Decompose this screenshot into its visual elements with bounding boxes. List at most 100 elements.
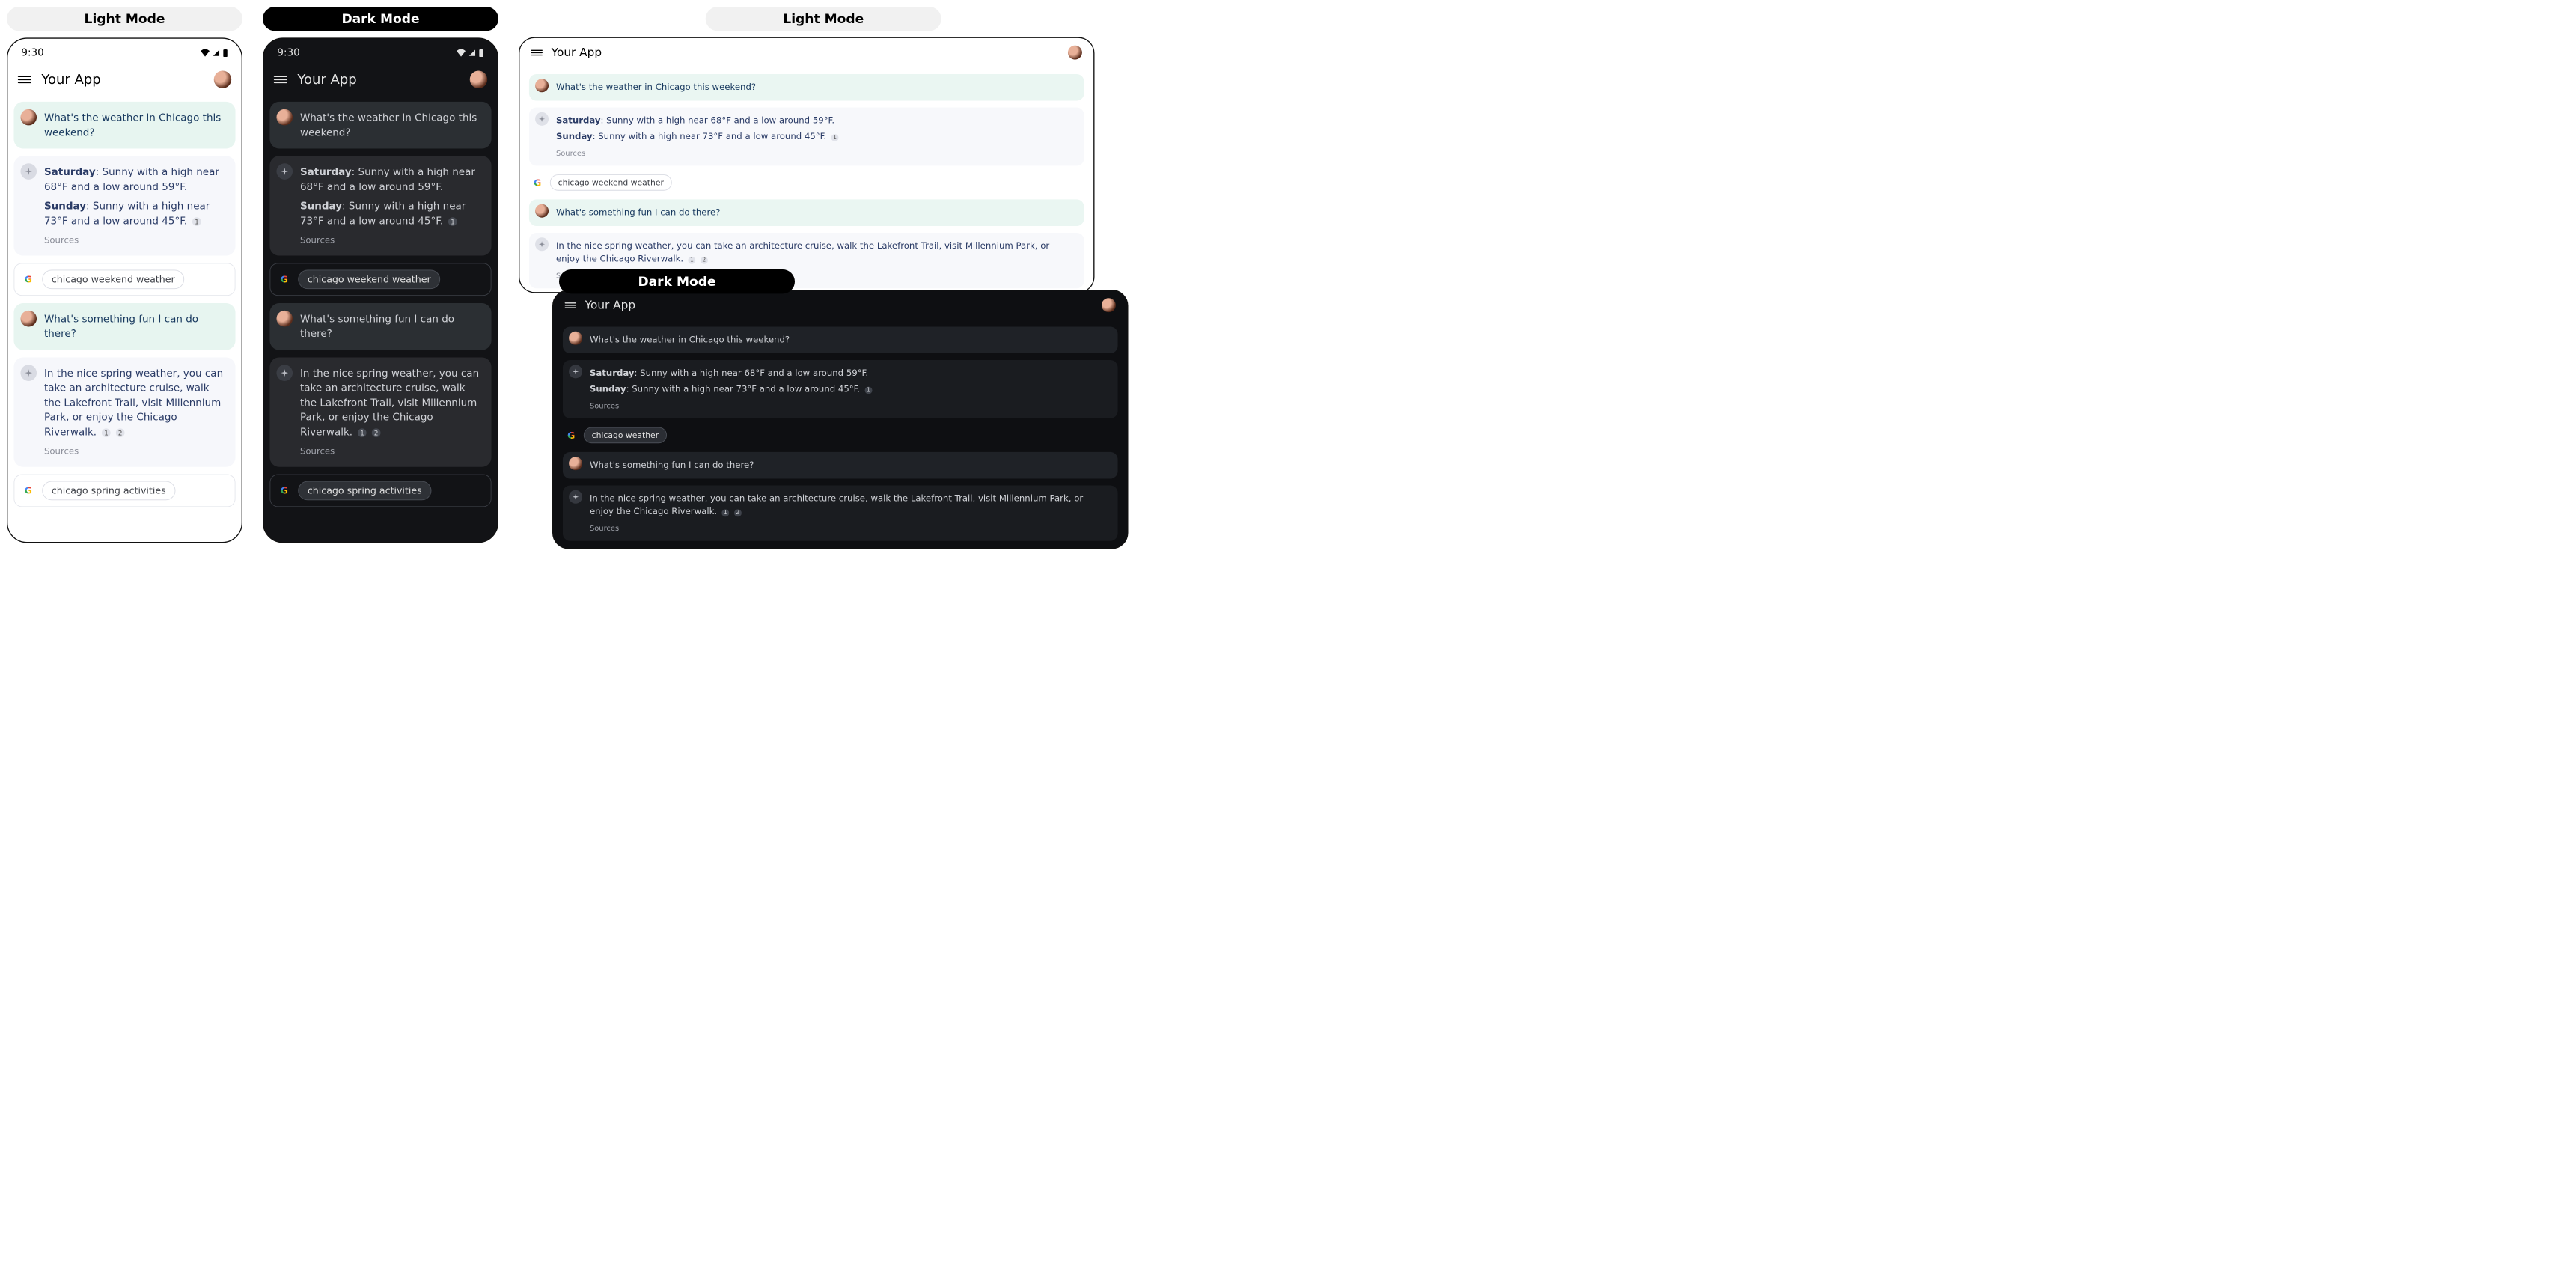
wifi-icon bbox=[201, 49, 210, 56]
user-avatar-icon bbox=[569, 332, 582, 345]
sources-link[interactable]: Sources bbox=[300, 445, 481, 458]
citation-badge[interactable]: 1 bbox=[102, 428, 111, 437]
ai-spark-icon bbox=[535, 237, 549, 251]
ai-spark-icon bbox=[535, 112, 549, 126]
app-title: Your App bbox=[552, 46, 1060, 59]
menu-icon[interactable] bbox=[274, 76, 287, 83]
status-time: 9:30 bbox=[21, 47, 43, 59]
sources-link[interactable]: Sources bbox=[44, 234, 225, 247]
sun-body: : Sunny with a high near 73°F and a low … bbox=[593, 132, 827, 142]
suggestion-row: chicago spring activities bbox=[563, 548, 1118, 549]
signal-icon bbox=[468, 49, 477, 56]
user-avatar-icon bbox=[569, 457, 582, 470]
battery-icon bbox=[478, 49, 483, 57]
app-title: Your App bbox=[41, 72, 204, 88]
suggestion-chip[interactable]: chicago spring activities bbox=[42, 481, 175, 501]
avatar[interactable] bbox=[1068, 46, 1082, 60]
user-avatar-icon bbox=[276, 109, 293, 126]
suggestion-chip[interactable]: chicago weekend weather bbox=[550, 174, 672, 191]
citation-badge[interactable]: 1 bbox=[448, 217, 457, 226]
user-message-text: What's the weather in Chicago this weeke… bbox=[300, 112, 477, 138]
citation-badge[interactable]: 2 bbox=[372, 428, 381, 437]
mode-label-light: Light Mode bbox=[7, 7, 242, 31]
citation-badge[interactable]: 1 bbox=[358, 428, 367, 437]
user-message-text: What's something fun I can do there? bbox=[556, 207, 720, 218]
ai-message: Saturday: Sunny with a high near 68°F an… bbox=[529, 108, 1084, 166]
avatar[interactable] bbox=[214, 71, 231, 88]
ai-spark-icon bbox=[20, 365, 37, 381]
user-message-text: What's something fun I can do there? bbox=[300, 313, 454, 339]
avatar[interactable] bbox=[470, 71, 487, 88]
user-avatar-icon bbox=[20, 311, 37, 327]
status-time: 9:30 bbox=[277, 47, 299, 59]
google-icon bbox=[531, 176, 544, 189]
user-message: What's the weather in Chicago this weeke… bbox=[563, 327, 1118, 354]
ai-message: In the nice spring weather, you can take… bbox=[13, 357, 235, 466]
sun-label: Sunday bbox=[44, 200, 86, 212]
menu-icon[interactable] bbox=[531, 49, 543, 55]
user-message: What's something fun I can do there? bbox=[13, 303, 235, 350]
user-avatar-icon bbox=[535, 79, 549, 92]
ai-message: In the nice spring weather, you can take… bbox=[269, 357, 491, 466]
ai-spark-icon bbox=[20, 163, 37, 180]
chat-pane: What's the weather in Chicago this weeke… bbox=[553, 320, 1127, 549]
chat-pane: What's the weather in Chicago this weeke… bbox=[519, 67, 1093, 293]
sun-label: Sunday bbox=[590, 384, 626, 394]
sun-label: Sunday bbox=[556, 132, 593, 142]
user-message: What's the weather in Chicago this weeke… bbox=[13, 102, 235, 149]
menu-icon[interactable] bbox=[565, 302, 576, 308]
ai-message: Saturday: Sunny with a high near 68°F an… bbox=[13, 156, 235, 255]
user-message: What's the weather in Chicago this weeke… bbox=[269, 102, 491, 149]
tablet-frame-light: Your App What's the weather in Chicago t… bbox=[519, 37, 1095, 293]
suggestion-chip[interactable]: chicago weather bbox=[584, 427, 667, 444]
user-message-text: What's the weather in Chicago this weeke… bbox=[44, 112, 221, 138]
user-avatar-icon bbox=[20, 109, 37, 126]
citation-badge[interactable]: 1 bbox=[721, 509, 729, 516]
ai-message: Saturday: Sunny with a high near 68°F an… bbox=[563, 360, 1118, 418]
citation-badge[interactable]: 1 bbox=[831, 134, 839, 141]
ai-spark-icon bbox=[276, 365, 293, 381]
ai-message-text: In the nice spring weather, you can take… bbox=[44, 368, 223, 438]
user-message: What's something fun I can do there? bbox=[563, 452, 1118, 479]
mode-label-light: Light Mode bbox=[706, 7, 941, 31]
citation-badge[interactable]: 2 bbox=[116, 428, 125, 437]
suggestion-row: chicago weekend weather bbox=[13, 263, 235, 296]
battery-icon bbox=[222, 49, 228, 57]
ai-message: Saturday: Sunny with a high near 68°F an… bbox=[269, 156, 491, 255]
ai-spark-icon bbox=[569, 490, 582, 504]
ai-spark-icon bbox=[276, 163, 293, 180]
citation-badge[interactable]: 1 bbox=[865, 386, 873, 394]
app-bar: Your App bbox=[263, 62, 497, 97]
ai-spark-icon bbox=[569, 365, 582, 378]
ai-message: In the nice spring weather, you can take… bbox=[563, 485, 1118, 540]
sun-body: : Sunny with a high near 73°F and a low … bbox=[626, 384, 861, 394]
status-bar: 9:30 bbox=[7, 39, 241, 62]
google-icon bbox=[565, 429, 578, 442]
citation-badge[interactable]: 1 bbox=[192, 217, 201, 226]
citation-badge[interactable]: 1 bbox=[688, 257, 695, 264]
phone-frame-dark: 9:30 Your App What's the weather in Chic… bbox=[263, 37, 498, 543]
suggestion-chip[interactable]: chicago weekend weather bbox=[42, 269, 184, 289]
app-title: Your App bbox=[585, 299, 1093, 312]
signal-icon bbox=[212, 49, 221, 56]
user-message: What's something fun I can do there? bbox=[529, 199, 1084, 226]
citation-badge[interactable]: 2 bbox=[701, 257, 708, 264]
suggestion-chip[interactable]: chicago spring activities bbox=[298, 481, 431, 501]
sources-link[interactable]: Sources bbox=[590, 523, 1109, 534]
sources-link[interactable]: Sources bbox=[300, 234, 481, 247]
sources-link[interactable]: Sources bbox=[556, 148, 1075, 159]
sat-label: Saturday bbox=[590, 368, 635, 379]
sources-link[interactable]: Sources bbox=[44, 445, 225, 458]
status-icons bbox=[201, 49, 228, 57]
user-message-text: What's something fun I can do there? bbox=[44, 313, 198, 339]
citation-badge[interactable]: 2 bbox=[734, 509, 742, 516]
ai-message-text: In the nice spring weather, you can take… bbox=[590, 493, 1083, 516]
wifi-icon bbox=[457, 49, 466, 56]
avatar[interactable] bbox=[1102, 298, 1116, 312]
user-message: What's something fun I can do there? bbox=[269, 303, 491, 350]
menu-icon[interactable] bbox=[18, 76, 31, 83]
user-message: What's the weather in Chicago this weeke… bbox=[529, 74, 1084, 101]
mode-label-dark: Dark Mode bbox=[559, 269, 795, 293]
suggestion-chip[interactable]: chicago weekend weather bbox=[298, 269, 440, 289]
sources-link[interactable]: Sources bbox=[590, 400, 1109, 412]
